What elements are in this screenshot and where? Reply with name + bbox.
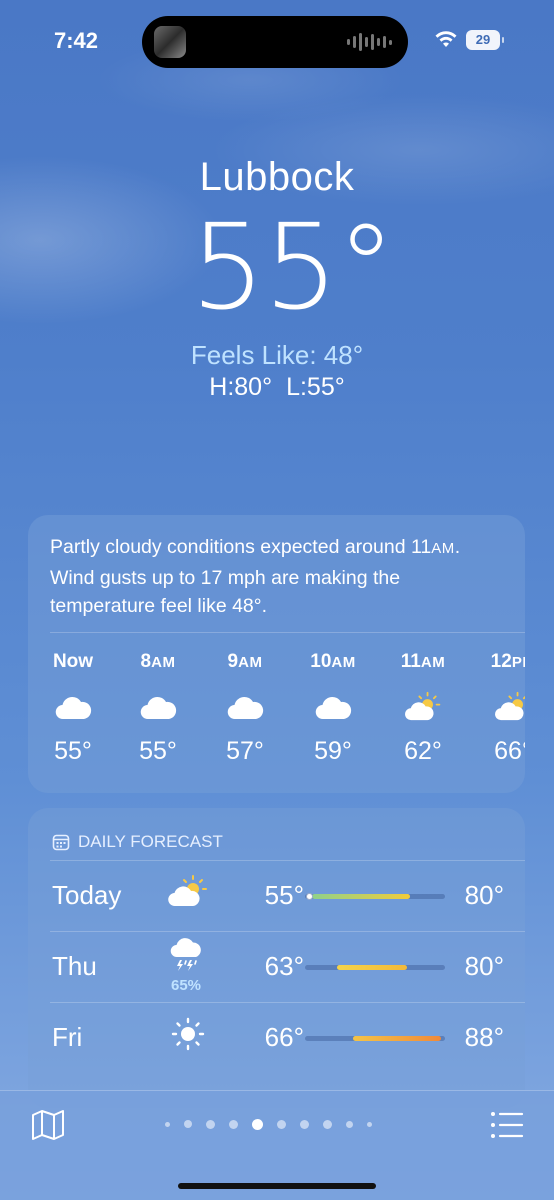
- hour-number: 10: [310, 651, 332, 672]
- low-temperature: 63°: [264, 951, 304, 981]
- page-dot[interactable]: [346, 1120, 353, 1128]
- summary-time-suffix: AM: [431, 540, 455, 557]
- cloud-icon: [313, 691, 353, 725]
- page-dot[interactable]: [277, 1119, 286, 1129]
- partly-sunny-icon: [493, 691, 525, 725]
- cloud-icon: [138, 691, 178, 725]
- high-temperature: 80°: [464, 880, 504, 910]
- hour-column[interactable]: 11AM 62°: [388, 651, 458, 766]
- now-playing-artwork: [154, 26, 186, 58]
- high-temperature: 88°: [464, 1022, 504, 1052]
- map-icon[interactable]: [30, 1109, 66, 1141]
- forecast-summary: Partly cloudy conditions expected around…: [28, 515, 525, 632]
- page-dot[interactable]: [252, 1118, 263, 1130]
- current-temperature-dot: [305, 893, 313, 900]
- temperature-range-fill: [352, 1036, 441, 1041]
- hour-suffix: AM: [238, 654, 263, 671]
- divider: [50, 860, 525, 861]
- hour-time: 9AM: [210, 651, 280, 677]
- page-dot[interactable]: [229, 1119, 238, 1129]
- hour-time: Now: [52, 651, 94, 672]
- hour-number: 12: [490, 651, 512, 672]
- status-time: 7:42: [54, 28, 99, 53]
- high-temp: H:80°: [209, 373, 273, 401]
- hour-time: 10AM: [298, 651, 368, 677]
- page-indicator[interactable]: [158, 1117, 379, 1131]
- partly-sunny-icon: [403, 691, 443, 725]
- precipitation-chance: 65%: [170, 977, 202, 994]
- temperature-range-fill: [337, 965, 408, 970]
- current-temperature: 55°: [190, 198, 395, 336]
- hour-temperature: 59°: [314, 737, 352, 765]
- hour-column[interactable]: 9AM 57°: [210, 651, 280, 766]
- hour-suffix: PM: [511, 654, 525, 671]
- temperature-range-bar: [305, 1036, 445, 1041]
- battery-icon: 29: [466, 30, 504, 50]
- page-dot[interactable]: [323, 1119, 332, 1129]
- divider: [50, 931, 525, 932]
- hour-column[interactable]: 10AM 59°: [298, 651, 368, 766]
- daily-forecast-row[interactable]: Thu 65% 63° 80°: [28, 931, 525, 1002]
- hour-number: 11: [400, 651, 421, 672]
- home-indicator[interactable]: [178, 1183, 376, 1189]
- hour-number: 9: [227, 651, 239, 672]
- hour-column[interactable]: Now 55°: [38, 651, 108, 766]
- page-dot[interactable]: [165, 1121, 170, 1127]
- partly-sunny-icon: [166, 874, 210, 910]
- day-name: Thu: [52, 951, 97, 981]
- hour-time: 8AM: [123, 651, 193, 677]
- low-temp: L:55°: [286, 373, 345, 401]
- hour-temperature: 55°: [139, 737, 177, 765]
- hour-suffix: AM: [331, 654, 356, 671]
- page-dot[interactable]: [184, 1120, 192, 1128]
- feels-like: Feels Like: 48°: [190, 340, 364, 370]
- daily-forecast-header: DAILY FORECAST: [28, 808, 525, 860]
- daily-forecast-title: DAILY FORECAST: [78, 832, 223, 851]
- temperature-range-fill: [312, 894, 410, 899]
- hour-column[interactable]: 12PM 66°: [478, 651, 525, 766]
- cloud-icon: [53, 691, 93, 725]
- hour-temperature: 66°: [494, 737, 525, 765]
- temperature-range-bar: [305, 893, 445, 900]
- calendar-icon: [52, 834, 70, 851]
- day-name: Today: [52, 880, 122, 910]
- page-dot[interactable]: [367, 1121, 372, 1127]
- list-icon[interactable]: [490, 1111, 524, 1139]
- city-name: Lubbock: [199, 155, 355, 199]
- daily-forecast-row[interactable]: Today 55° 80°: [28, 860, 525, 931]
- status-bar: 7:42 29: [0, 0, 554, 80]
- hourly-forecast-card[interactable]: Partly cloudy conditions expected around…: [28, 515, 525, 793]
- dynamic-island[interactable]: [142, 16, 408, 68]
- page-dot[interactable]: [206, 1119, 215, 1129]
- daily-forecast-card[interactable]: DAILY FORECAST Today 55° 80° Thu 65% 63° 80° Fr…: [28, 808, 525, 1108]
- cloud-icon: [225, 691, 265, 725]
- high-temperature: 80°: [464, 951, 504, 981]
- low-temperature: 66°: [264, 1022, 304, 1052]
- hour-time: 11AM: [388, 651, 458, 677]
- high-low: H:80° L:55°: [0, 373, 554, 402]
- bottom-toolbar: [0, 1090, 554, 1200]
- summary-text: Partly cloudy conditions expected around…: [50, 536, 432, 558]
- audio-waveform-icon: [347, 31, 392, 53]
- page-dot[interactable]: [300, 1119, 309, 1129]
- low-temperature: 55°: [264, 880, 304, 910]
- temperature-range-bar: [305, 965, 445, 970]
- daily-forecast-row[interactable]: Fri 66° 88°: [28, 1002, 525, 1073]
- hour-time: 12PM: [478, 651, 525, 677]
- hour-temperature: 57°: [226, 737, 264, 765]
- hour-temperature: 55°: [54, 737, 92, 765]
- hour-column[interactable]: 8AM 55°: [123, 651, 193, 766]
- hour-suffix: AM: [420, 654, 446, 671]
- sun-icon: [166, 1016, 210, 1052]
- current-conditions: Lubbock 55° Feels Like: 48° H:80° L:55°: [0, 155, 554, 402]
- hour-temperature: 62°: [404, 737, 442, 765]
- hour-number: 8: [140, 651, 152, 672]
- day-name: Fri: [52, 1022, 83, 1052]
- hour-suffix: AM: [151, 654, 176, 671]
- wifi-icon: [435, 31, 457, 47]
- hourly-scroll[interactable]: Now55°8AM55°9AM57°10AM59°11AM62°12PM66°: [28, 633, 525, 793]
- divider: [50, 1002, 525, 1003]
- thunderstorm-icon: [166, 937, 210, 973]
